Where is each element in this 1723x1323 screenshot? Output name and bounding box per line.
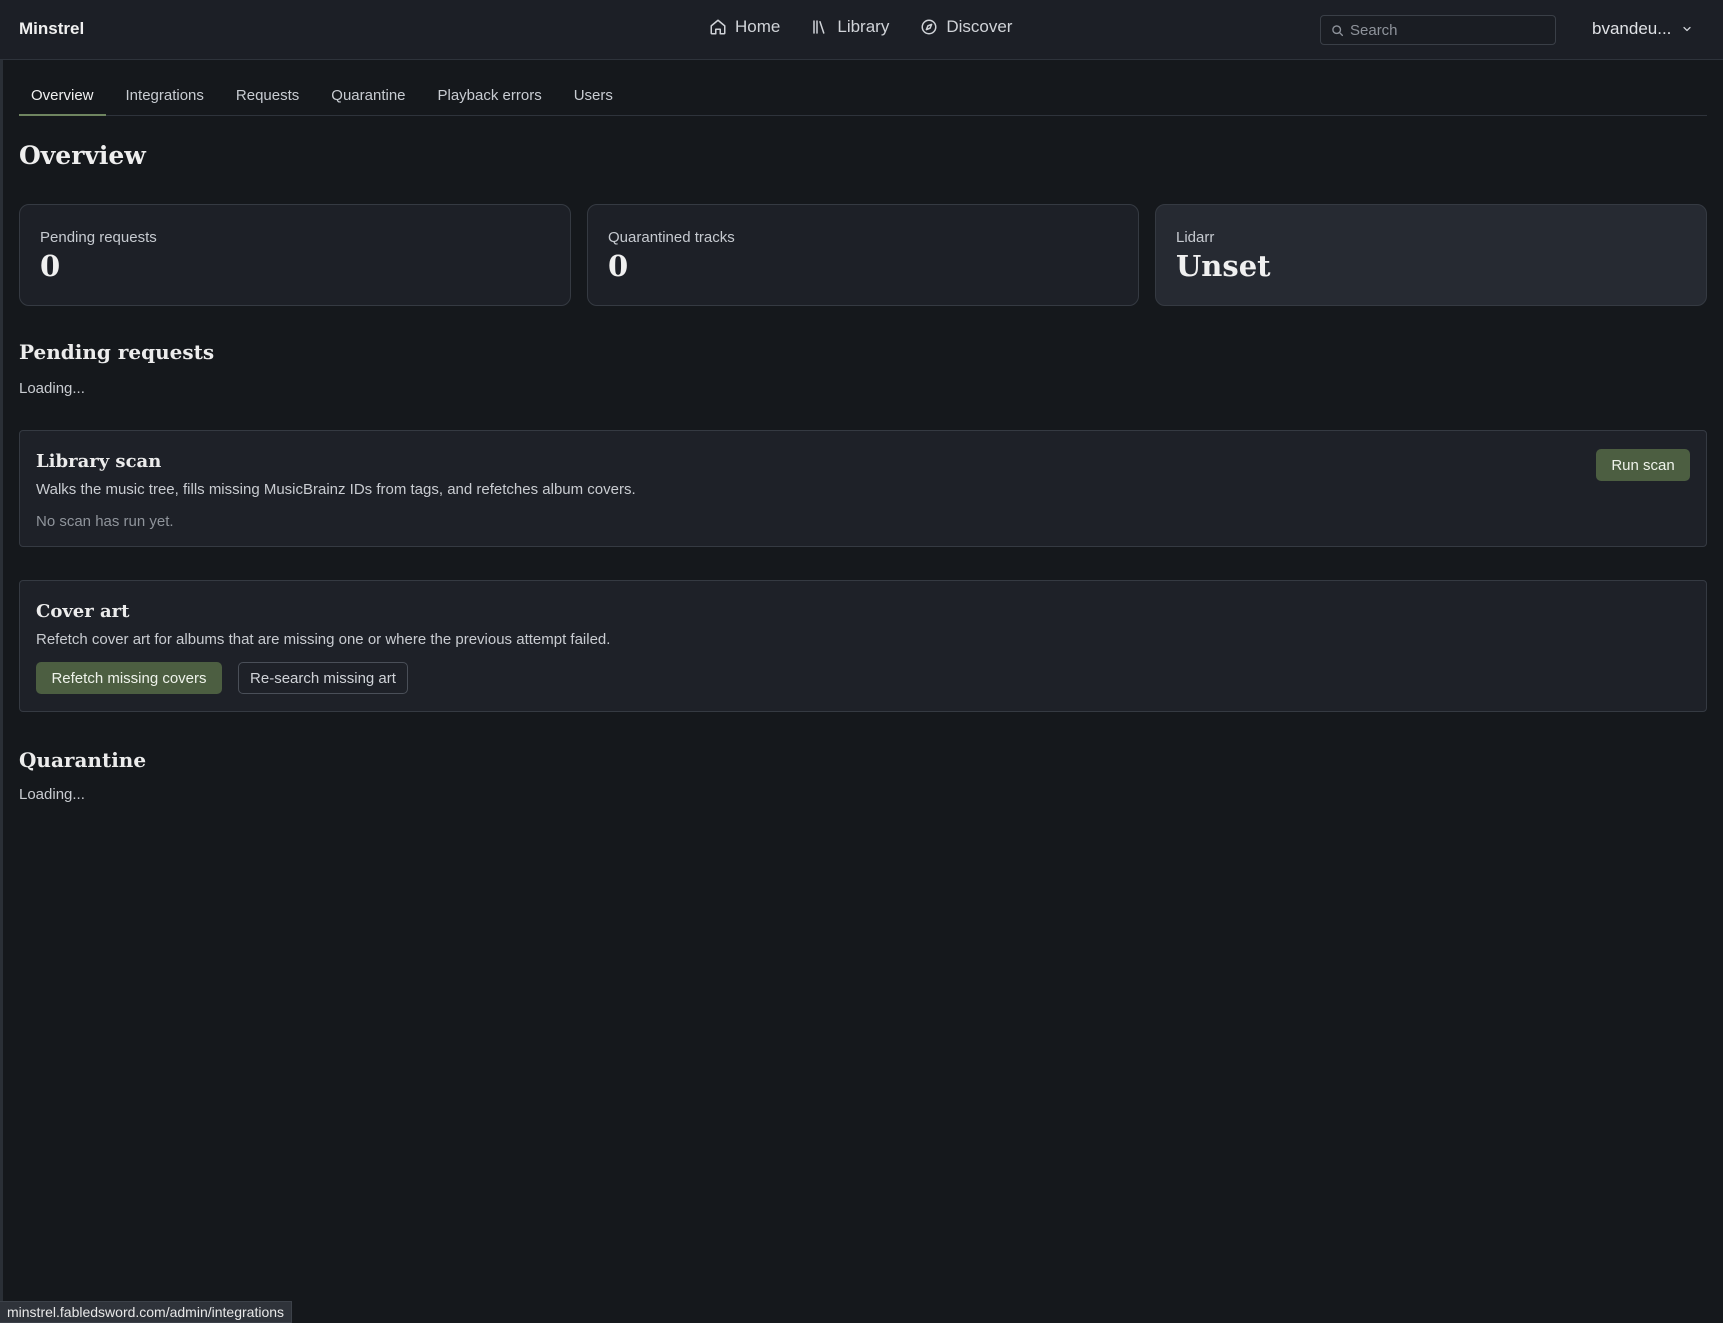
home-icon <box>710 19 726 35</box>
main-nav: Home Library Discover <box>709 17 1012 37</box>
cover-art-panel: Cover art Refetch cover art for albums t… <box>19 580 1707 712</box>
window-edge <box>0 0 3 1323</box>
page-title: Overview <box>19 141 146 170</box>
nav-discover[interactable]: Discover <box>920 17 1012 37</box>
search-input[interactable] <box>1350 21 1540 39</box>
stat-label: Pending requests <box>40 229 157 246</box>
nav-home[interactable]: Home <box>709 17 780 37</box>
refetch-missing-covers-button[interactable]: Refetch missing covers <box>36 662 222 694</box>
library-scan-description: Walks the music tree, fills missing Musi… <box>36 481 636 498</box>
nav-library[interactable]: Library <box>811 17 889 37</box>
pending-requests-heading: Pending requests <box>19 340 215 364</box>
stat-value: 0 <box>40 249 61 283</box>
stat-card-pending-requests: Pending requests 0 <box>19 204 571 306</box>
library-icon <box>813 20 825 34</box>
run-scan-button[interactable]: Run scan <box>1596 449 1690 481</box>
tab-integrations[interactable]: Integrations <box>114 76 216 116</box>
user-menu[interactable]: bvandeu... <box>1592 19 1693 39</box>
search-icon <box>1332 24 1344 36</box>
stat-card-quarantined-tracks: Quarantined tracks 0 <box>587 204 1139 306</box>
stat-label: Quarantined tracks <box>608 229 735 246</box>
cover-art-title: Cover art <box>36 601 130 622</box>
stat-value: Unset <box>1176 249 1271 283</box>
tab-users[interactable]: Users <box>562 76 625 116</box>
app-root: Minstrel Home Library Discover bvandeu..… <box>0 0 1723 1323</box>
tab-quarantine[interactable]: Quarantine <box>319 76 417 116</box>
nav-discover-label: Discover <box>946 17 1013 36</box>
compass-icon <box>921 19 937 35</box>
chevron-down-icon <box>1683 26 1692 32</box>
user-name: bvandeu... <box>1592 19 1672 38</box>
stat-label: Lidarr <box>1176 229 1215 246</box>
library-scan-panel: Library scan Walks the music tree, fills… <box>19 430 1707 547</box>
library-scan-title: Library scan <box>36 451 162 472</box>
re-search-missing-art-button[interactable]: Re-search missing art <box>238 662 408 694</box>
cover-art-description: Refetch cover art for albums that are mi… <box>36 631 611 648</box>
quarantine-loading: Loading... <box>19 786 85 803</box>
tab-playback-errors[interactable]: Playback errors <box>426 76 554 116</box>
quarantine-heading: Quarantine <box>19 748 147 772</box>
search-box <box>1320 15 1556 45</box>
stat-value: 0 <box>608 249 629 283</box>
tab-requests[interactable]: Requests <box>224 76 311 116</box>
pending-requests-loading: Loading... <box>19 380 85 397</box>
top-navbar: Minstrel Home Library Discover bvandeu..… <box>0 0 1723 60</box>
brand-logo[interactable]: Minstrel <box>19 19 84 39</box>
tab-overview[interactable]: Overview <box>19 76 106 116</box>
stat-card-lidarr[interactable]: Lidarr Unset <box>1155 204 1707 306</box>
admin-tabs: Overview Integrations Requests Quarantin… <box>19 76 1707 116</box>
link-status-bar: minstrel.fabledsword.com/admin/integrati… <box>0 1301 293 1323</box>
library-scan-status: No scan has run yet. <box>36 513 174 530</box>
nav-library-label: Library <box>837 17 890 36</box>
nav-home-label: Home <box>735 17 781 36</box>
